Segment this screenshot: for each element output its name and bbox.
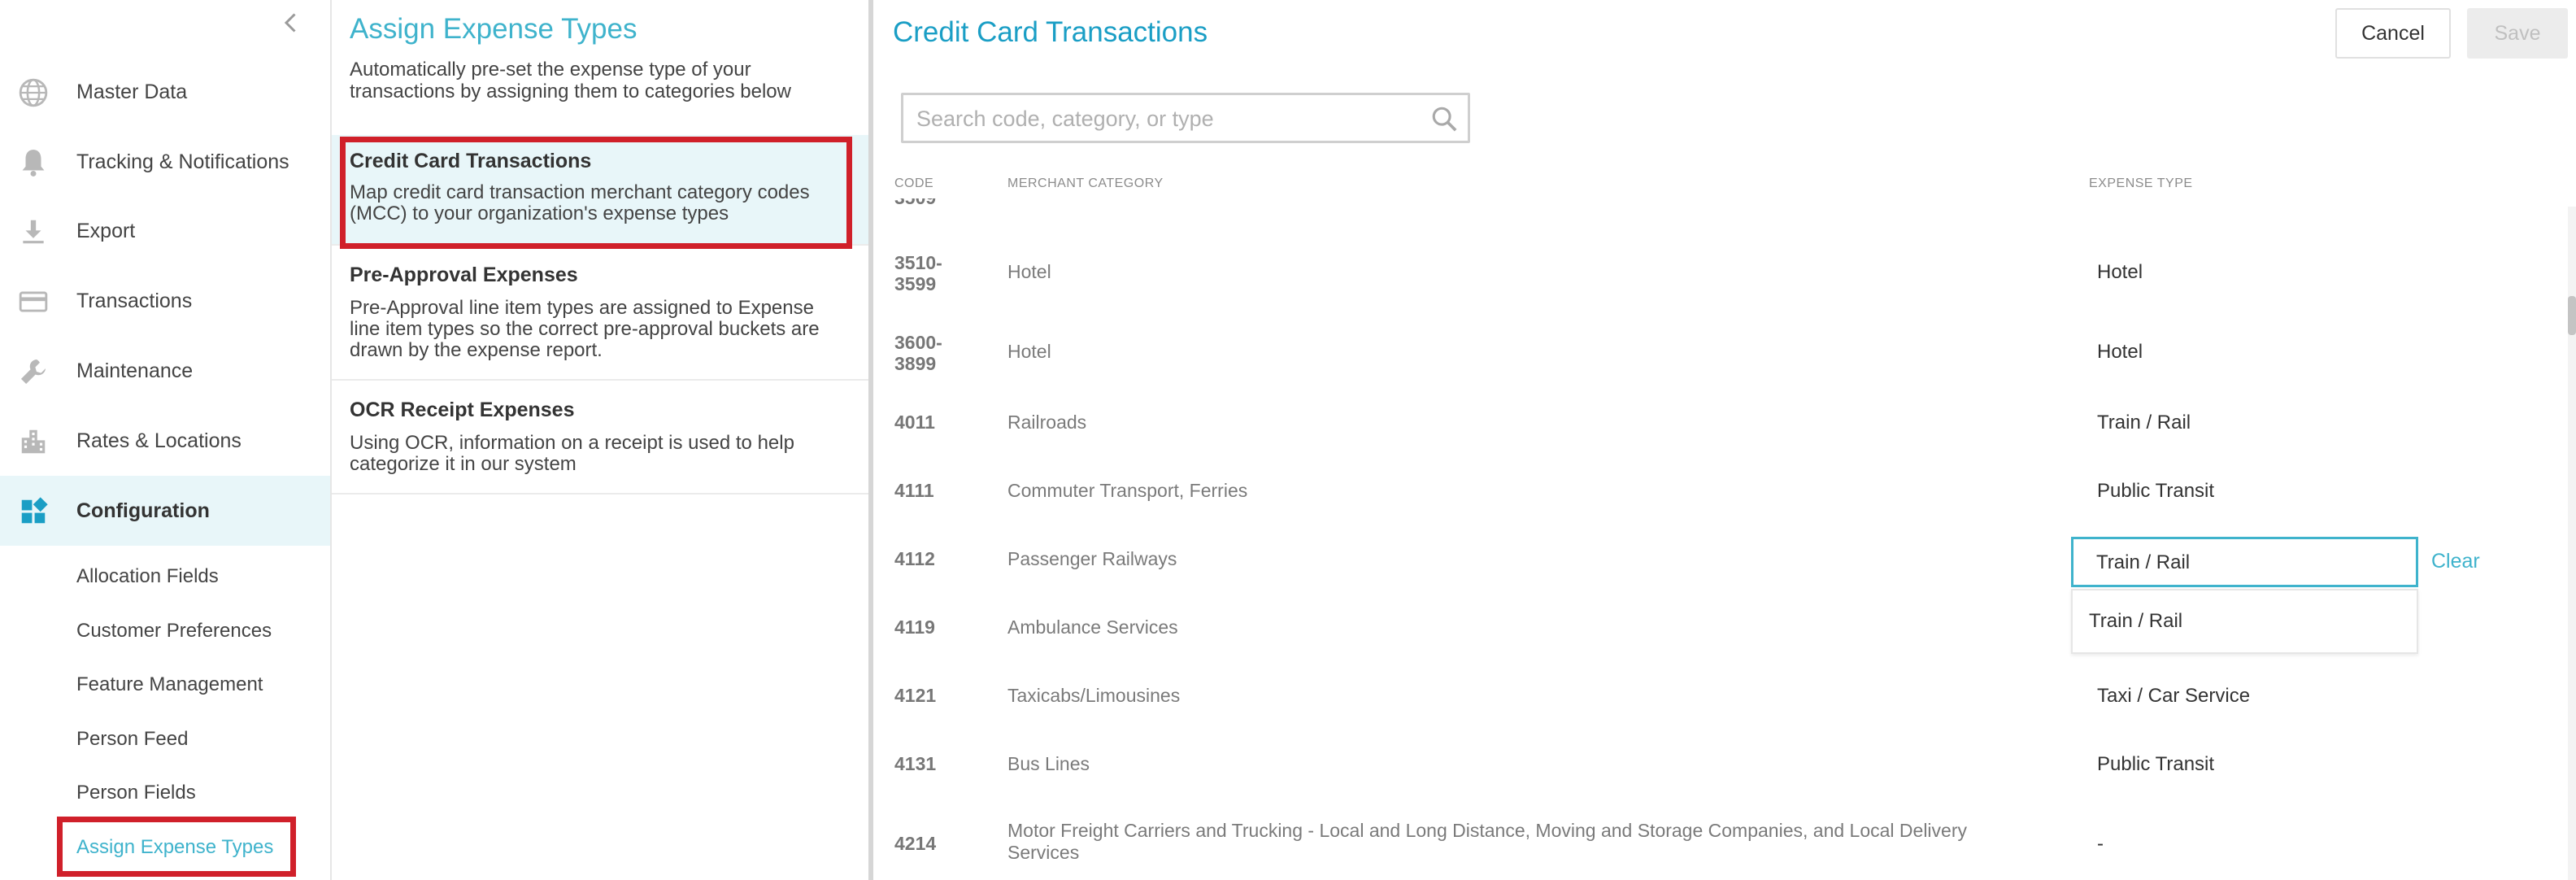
nav-label: Maintenance: [76, 359, 194, 382]
sidebar: Master Data Tracking & Notifications Exp…: [0, 0, 332, 880]
panel-description: Automatically pre-set the expense type o…: [350, 59, 791, 102]
row-expense-type[interactable]: -: [2097, 833, 2104, 856]
row-expense-type[interactable]: Train / Rail: [2097, 412, 2191, 434]
download-icon: [23, 220, 44, 244]
search-icon[interactable]: [1430, 105, 1458, 133]
scrollbar-thumb[interactable]: [2568, 296, 2576, 335]
row-code: 4011: [894, 412, 935, 433]
nav-label: Tracking & Notifications: [76, 150, 289, 173]
row-category: Ambulance Services: [1007, 616, 1178, 638]
row-code: 4111: [894, 480, 934, 501]
search-box: [901, 93, 1470, 143]
subnav-allocation-fields[interactable]: Allocation Fields: [76, 565, 219, 588]
subnav-person-feed[interactable]: Person Feed: [76, 728, 188, 751]
row-category: Railroads: [1007, 412, 1087, 433]
row-expense-type[interactable]: Hotel: [2097, 261, 2143, 284]
card-title: Pre-Approval Expenses: [350, 264, 578, 286]
credit-card-icon: [19, 291, 48, 312]
table-row: 3600-3899 Hotel Hotel: [878, 329, 2569, 377]
row-code: 4112: [894, 548, 935, 569]
subnav-customer-preferences[interactable]: Customer Preferences: [76, 620, 272, 643]
subnav-feature-management[interactable]: Feature Management: [76, 673, 263, 696]
card-description: Pre-Approval line item types are assigne…: [350, 297, 820, 361]
row-code: 4214: [894, 833, 937, 854]
main-panel: Credit Card Transactions Cancel Save COD…: [878, 0, 2576, 880]
nav-item-configuration[interactable]: Configuration: [0, 476, 330, 546]
nav-label: Export: [76, 219, 136, 242]
card-pre-approval-expenses[interactable]: Pre-Approval Expenses Pre-Approval line …: [332, 247, 868, 381]
highlight-box: [340, 137, 852, 249]
nav-item-tracking-notifications[interactable]: Tracking & Notifications: [0, 127, 330, 197]
column-header-merchant-category: MERCHANT CATEGORY: [1007, 176, 1164, 190]
column-header-expense-type: EXPENSE TYPE: [2089, 176, 2193, 190]
row-category: Bus Lines: [1007, 753, 1090, 774]
panel-title: Assign Expense Types: [350, 13, 637, 45]
row-category: Hotel: [1007, 261, 1051, 282]
nav-label: Master Data: [76, 80, 188, 103]
highlight-box: [57, 817, 296, 877]
widgets-icon: [21, 497, 48, 524]
nav-item-transactions[interactable]: Transactions: [0, 266, 330, 336]
save-button[interactable]: Save: [2467, 8, 2568, 59]
search-input[interactable]: [916, 103, 1421, 134]
row-expense-type[interactable]: Hotel: [2097, 341, 2143, 364]
row-code: 4121: [894, 685, 937, 706]
row-category: Commuter Transport, Ferries: [1007, 480, 1248, 501]
row-code: 3510-3599: [894, 252, 942, 294]
expense-type-combobox: [2071, 537, 2418, 587]
row-expense-type[interactable]: Public Transit: [2097, 480, 2214, 503]
nav-label: Rates & Locations: [76, 429, 242, 452]
chevron-left-icon[interactable]: [276, 8, 306, 37]
row-expense-type[interactable]: Taxi / Car Service: [2097, 685, 2250, 708]
table-row: 4111 Commuter Transport, Ferries Public …: [878, 480, 2569, 512]
dropdown-option[interactable]: Train / Rail: [2089, 610, 2182, 633]
nav-label: Configuration: [76, 499, 210, 522]
middle-panel: Assign Expense Types Automatically pre-s…: [332, 0, 873, 880]
cancel-button[interactable]: Cancel: [2335, 8, 2451, 59]
card-ocr-receipt-expenses[interactable]: OCR Receipt Expenses Using OCR, informat…: [332, 382, 868, 494]
table-row: 3510-3599 Hotel Hotel: [878, 249, 2569, 298]
table-row: 4131 Bus Lines Public Transit: [878, 753, 2569, 786]
nav-item-master-data[interactable]: Master Data: [0, 57, 330, 127]
nav-label: Transactions: [76, 289, 193, 312]
row-category: Hotel: [1007, 341, 1051, 362]
table-row: 3509: [878, 198, 2569, 211]
nav-item-maintenance[interactable]: Maintenance: [0, 336, 330, 406]
page-title: Credit Card Transactions: [893, 16, 1208, 48]
row-code: 4131: [894, 753, 937, 774]
nav-item-rates-locations[interactable]: Rates & Locations: [0, 406, 330, 476]
table-row: 4011 Railroads Train / Rail: [878, 412, 2569, 444]
expense-type-dropdown: Train / Rail: [2071, 589, 2418, 654]
table-row: 4214 Motor Freight Carriers and Trucking…: [878, 817, 2569, 873]
row-expense-type[interactable]: Public Transit: [2097, 753, 2214, 776]
globe-icon: [19, 78, 48, 107]
clear-link[interactable]: Clear: [2431, 550, 2480, 573]
row-category: Motor Freight Carriers and Trucking - Lo…: [1007, 820, 1967, 863]
table-row: 4121 Taxicabs/Limousines Taxi / Car Serv…: [878, 685, 2569, 717]
bell-icon: [22, 150, 45, 176]
column-header-code: CODE: [894, 176, 934, 190]
building-icon: [21, 429, 46, 454]
wrench-icon: [20, 359, 46, 385]
card-title: OCR Receipt Expenses: [350, 399, 575, 421]
nav-item-export[interactable]: Export: [0, 196, 330, 266]
row-category: Taxicabs/Limousines: [1007, 685, 1181, 706]
row-code: 3600-3899: [894, 332, 942, 374]
subnav-person-fields[interactable]: Person Fields: [76, 782, 196, 804]
card-description: Using OCR, information on a receipt is u…: [350, 432, 794, 475]
row-category: Passenger Railways: [1007, 548, 1177, 569]
expense-type-input[interactable]: [2096, 548, 2405, 577]
row-code: 4119: [894, 616, 935, 638]
row-code: 3509: [894, 198, 936, 208]
